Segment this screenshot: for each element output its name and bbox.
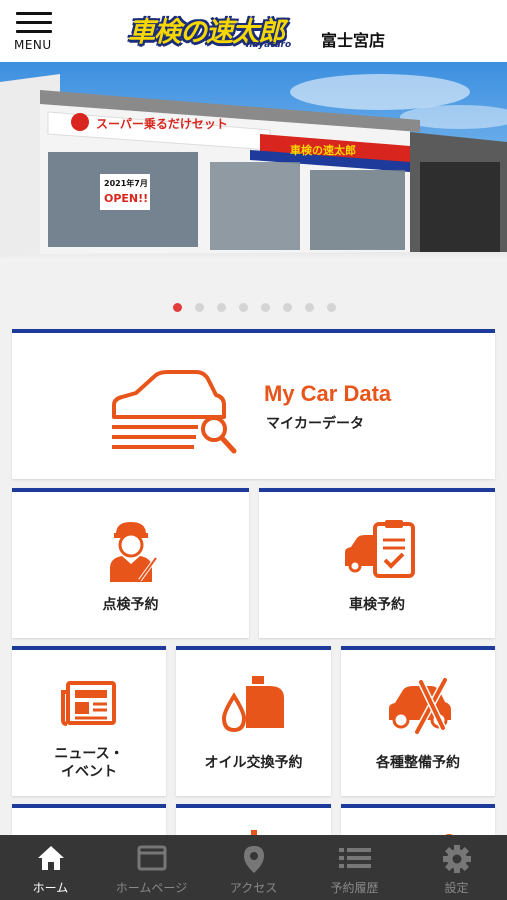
nav-access[interactable]: アクセス <box>203 835 304 900</box>
carousel-indicators <box>0 303 507 315</box>
news-events-tile[interactable]: ニュース・ イベント <box>12 646 166 796</box>
maintenance-tile[interactable]: 各種整備予約 <box>341 646 495 796</box>
mycar-subtitle: マイカーデータ <box>266 416 364 432</box>
carousel-dot[interactable] <box>327 303 336 312</box>
newspaper-icon <box>61 681 116 726</box>
nav-homepage[interactable]: ホームページ <box>101 835 202 900</box>
shop-photo: スーパー乗るだけセット 車検の速太郎 2021年7月 OPEN!! <box>0 62 507 262</box>
hero-sign-set: スーパー乗るだけセット <box>96 117 228 131</box>
nav-history-label: 予約履歴 <box>330 881 379 895</box>
mycar-title: My Car Data <box>264 381 392 406</box>
browser-icon <box>137 845 166 871</box>
nav-history[interactable]: 予約履歴 <box>304 835 405 900</box>
carousel-dot[interactable] <box>239 303 248 312</box>
bottom-navigation: ホーム ホームページ アクセス 予約履歴 設定 <box>0 835 507 900</box>
gear-icon <box>442 845 471 873</box>
list-icon <box>338 848 371 868</box>
oil-can-icon <box>222 676 284 733</box>
hero-sign-brand: 車検の速太郎 <box>290 143 356 157</box>
nav-settings[interactable]: 設定 <box>406 835 507 900</box>
hamburger-icon <box>16 12 52 39</box>
shaken-label: 車検予約 <box>349 597 405 613</box>
nav-home-label: ホーム <box>32 881 69 895</box>
hero-carousel[interactable]: スーパー乗るだけセット 車検の速太郎 2021年7月 OPEN!! <box>0 62 507 262</box>
inspection-label: 点検予約 <box>102 597 159 613</box>
store-name: 富士宮店 <box>321 31 386 50</box>
hero-open-date: 2021年7月 <box>104 178 148 188</box>
carousel-dot[interactable] <box>217 303 226 312</box>
menu-button[interactable]: MENU <box>14 12 58 54</box>
car-clipboard-icon <box>345 520 415 578</box>
carousel-dot[interactable] <box>305 303 314 312</box>
news-label-line1: ニュース・ <box>54 746 124 762</box>
carousel-dot[interactable] <box>283 303 292 312</box>
carousel-dot[interactable] <box>173 303 182 312</box>
nav-access-label: アクセス <box>229 881 278 895</box>
brand-logo: 車検の速太郎 hayataro <box>128 10 318 50</box>
mechanic-icon <box>110 522 158 582</box>
hero-open-text: OPEN!! <box>104 192 148 205</box>
car-tools-icon <box>389 676 451 734</box>
maintenance-label: 各種整備予約 <box>376 755 460 771</box>
home-icon <box>37 846 64 870</box>
menu-label: MENU <box>14 38 52 52</box>
app-header: MENU 車検の速太郎 hayataro 富士宮店 <box>0 0 507 62</box>
logo-subtext: hayataro <box>246 40 292 50</box>
nav-home[interactable]: ホーム <box>0 835 101 900</box>
nav-homepage-label: ホームページ <box>115 881 188 895</box>
car-magnifier-icon <box>112 370 237 454</box>
nav-settings-label: 設定 <box>444 881 469 895</box>
carousel-dot[interactable] <box>195 303 204 312</box>
mycar-data-tile[interactable]: My Car Data マイカーデータ <box>12 329 495 479</box>
carousel-dot[interactable] <box>261 303 270 312</box>
inspection-reservation-tile[interactable]: 点検予約 <box>12 488 249 638</box>
map-pin-icon <box>243 846 264 873</box>
oil-change-tile[interactable]: オイル交換予約 <box>176 646 331 796</box>
shaken-reservation-tile[interactable]: 車検予約 <box>259 488 495 638</box>
news-label-line2: イベント <box>61 764 117 780</box>
oil-label: オイル交換予約 <box>204 755 303 771</box>
